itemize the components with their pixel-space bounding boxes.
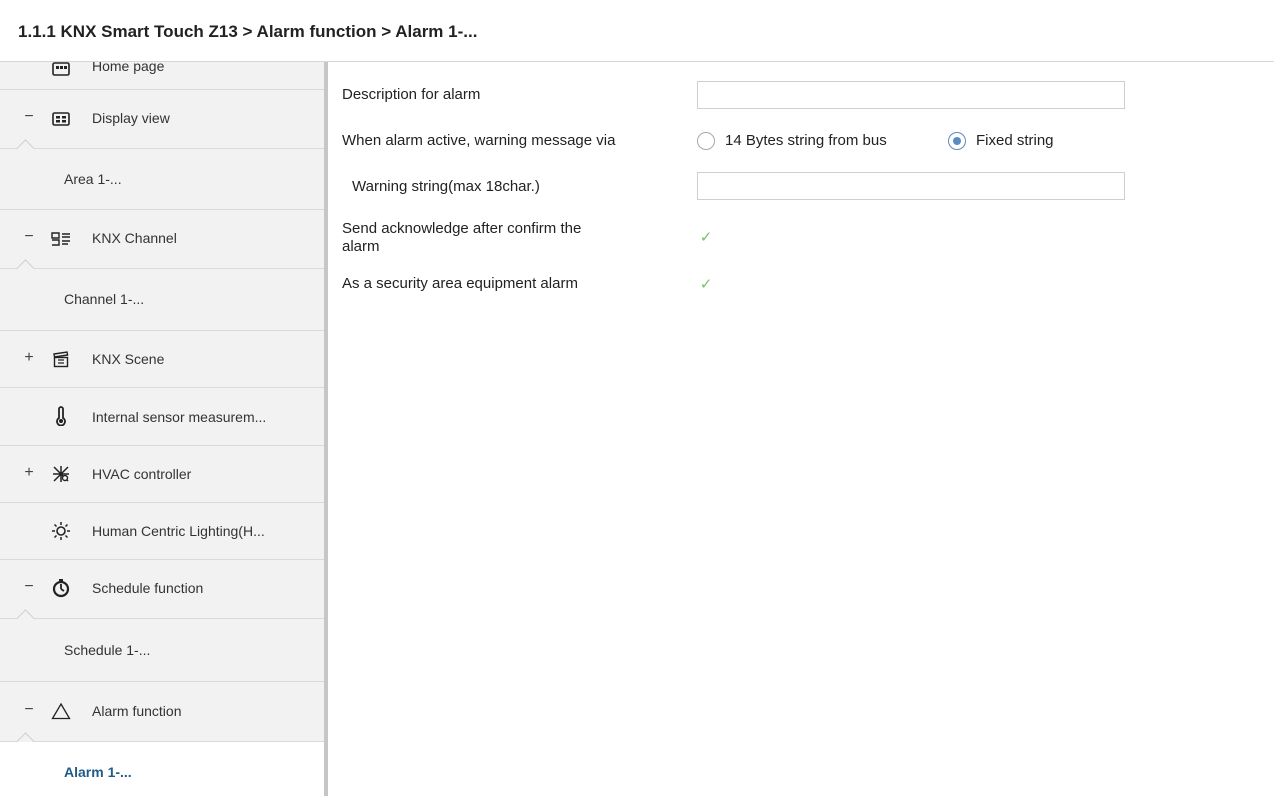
thermometer-icon [50,405,72,427]
sidebar-item-alarm-1[interactable]: Alarm 1-... [0,742,324,796]
collapse-icon[interactable]: − [22,578,36,596]
warning-string-label: Warning string(max 18char.) [352,178,540,195]
sidebar-item-label: Schedule 1-... [64,642,151,658]
sidebar-item-label: Home page [92,62,165,74]
expand-icon[interactable]: + [22,349,36,367]
sidebar-item-alarm-function[interactable]: − Alarm function [0,682,324,742]
sidebar-item-knx-scene[interactable]: + KNX Scene [0,331,324,388]
sidebar-item-hvac-controller[interactable]: + HVAC controller [0,446,324,503]
sidebar-item-schedule-function[interactable]: − Schedule function [0,560,324,619]
warning-via-label: When alarm active, warning message via [342,132,616,149]
sidebar-item-label: Alarm 1-... [64,764,132,780]
sidebar-item-channel-1[interactable]: Channel 1-... [0,269,324,331]
warning-string-input[interactable] [697,172,1125,200]
hvac-icon [50,463,72,485]
expand-icon[interactable]: + [22,464,36,482]
tree-notch [16,259,36,269]
parameter-panel: Description for alarm When alarm active,… [328,62,1274,796]
home-page-icon [50,62,72,80]
send-ack-checkbox[interactable]: ✓ [697,228,715,246]
send-ack-label-line1: Send acknowledge after confirm the [342,220,582,237]
title-bar: 1.1.1 KNX Smart Touch Z13 > Alarm functi… [0,0,1274,62]
timer-icon [50,577,72,599]
radio-fixed-string[interactable] [948,132,966,150]
sidebar-item-knx-channel[interactable]: − KNX Channel [0,210,324,269]
description-input[interactable] [697,81,1125,109]
send-ack-label: Send acknowledge after confirm the alarm [342,220,581,256]
sun-icon [50,520,72,542]
sidebar-item-label: Internal sensor measurem... [92,409,267,425]
page-title: 1.1.1 KNX Smart Touch Z13 > Alarm functi… [18,22,478,41]
sidebar-item-schedule-1[interactable]: Schedule 1-... [0,619,324,682]
sidebar-item-display-view[interactable]: − Display view [0,90,324,149]
display-view-icon [50,108,72,130]
sidebar-item-label: KNX Scene [92,351,165,367]
sidebar-item-human-centric-lighting[interactable]: Human Centric Lighting(H... [0,503,324,560]
sidebar-item-label: Schedule function [92,580,204,596]
sidebar-item-home-page[interactable]: Home page [0,62,324,90]
description-label: Description for alarm [342,86,481,103]
collapse-icon[interactable]: − [22,228,36,246]
security-alarm-label: As a security area equipment alarm [342,275,578,292]
radio-label-bus: 14 Bytes string from bus [725,132,887,149]
knx-channel-icon [50,228,72,250]
sidebar-item-label: Area 1-... [64,171,122,187]
tree-notch [16,609,36,619]
sidebar-item-label: Human Centric Lighting(H... [92,523,265,539]
collapse-icon[interactable]: − [22,701,36,719]
sidebar-item-label: Display view [92,110,170,126]
sidebar: Home page − Display view Area 1-... − KN… [0,62,328,796]
radio-label-fixed: Fixed string [976,132,1054,149]
warning-triangle-icon [50,700,72,722]
sidebar-item-internal-sensor[interactable]: Internal sensor measurem... [0,388,324,446]
tree-notch [16,732,36,742]
sidebar-item-label: Channel 1-... [64,291,145,307]
sidebar-item-label: HVAC controller [92,466,192,482]
security-alarm-checkbox[interactable]: ✓ [697,275,715,293]
collapse-icon[interactable]: − [22,108,36,126]
sidebar-item-area-1[interactable]: Area 1-... [0,149,324,210]
tree-notch [16,139,36,149]
sidebar-item-label: Alarm function [92,703,182,719]
sidebar-item-label: KNX Channel [92,230,177,246]
send-ack-label-line2: alarm [342,238,380,255]
radio-bytes-string-from-bus[interactable] [697,132,715,150]
clapperboard-icon [50,348,72,370]
